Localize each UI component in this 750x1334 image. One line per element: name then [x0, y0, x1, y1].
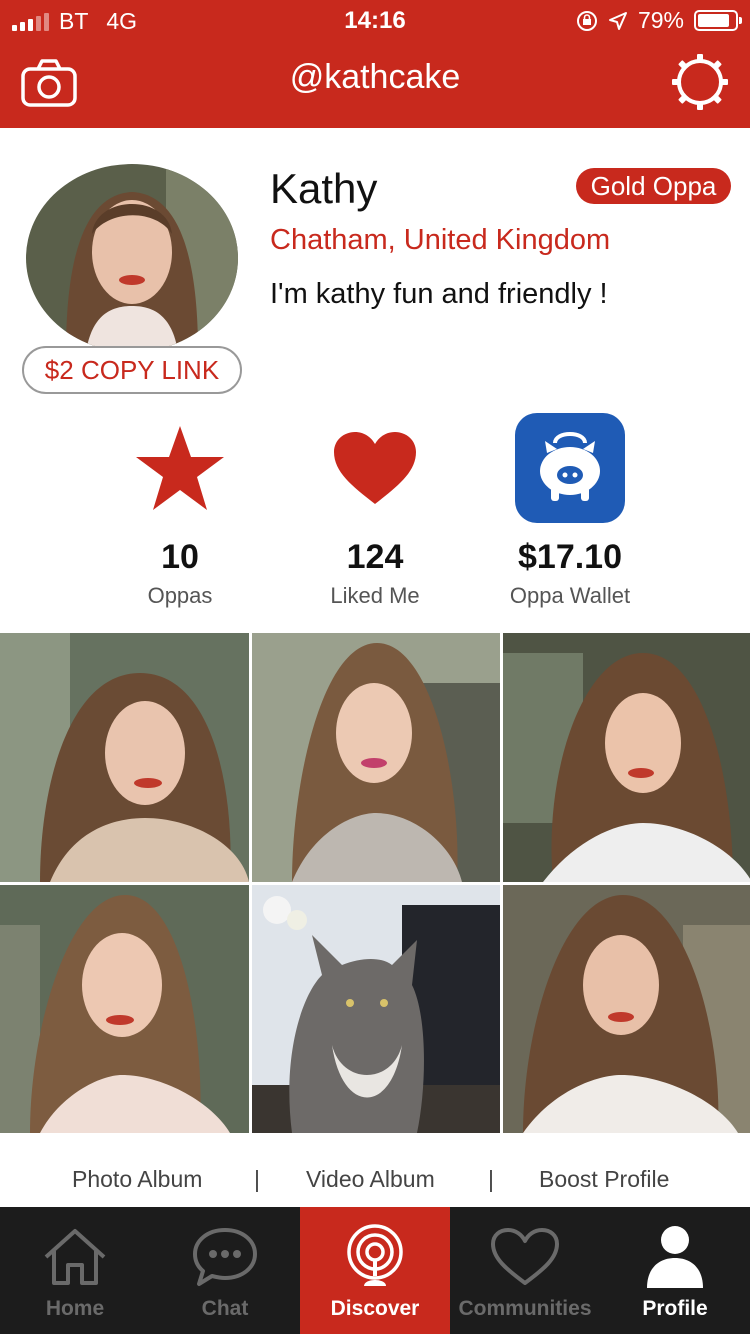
- status-badge: Gold Oppa: [576, 168, 731, 204]
- profile-name: Kathy: [270, 165, 378, 212]
- battery-percent: 79%: [637, 7, 684, 33]
- battery-icon: [694, 10, 742, 31]
- separator: |: [254, 1166, 260, 1192]
- avatar[interactable]: [26, 164, 238, 352]
- photo-tile[interactable]: [252, 885, 500, 1133]
- photo-album-link[interactable]: Photo Album: [72, 1166, 202, 1193]
- boost-profile-link[interactable]: Boost Profile: [539, 1166, 669, 1193]
- tab-label: Communities: [458, 1297, 592, 1320]
- stat-value: 124: [346, 538, 404, 576]
- status-bar: BT 4G 14:16 79%: [0, 0, 750, 40]
- tab-label: Profile: [642, 1297, 708, 1320]
- video-album-link[interactable]: Video Album: [306, 1166, 435, 1193]
- header-bar: BT 4G 14:16 79% @kathcake: [0, 0, 750, 128]
- heart-outline-icon: [491, 1228, 559, 1285]
- album-links: Photo Album | Video Album | Boost Profil…: [0, 1160, 750, 1200]
- orientation-lock-icon: [576, 10, 597, 31]
- location-arrow-icon: [608, 11, 627, 30]
- tab-communities[interactable]: Communities: [450, 1207, 600, 1334]
- stat-label: Oppa Wallet: [509, 583, 631, 608]
- tab-label: Chat: [201, 1297, 249, 1320]
- star-icon: [136, 426, 224, 510]
- profile-location: Chatham, United Kingdom: [270, 224, 611, 256]
- photo-tile[interactable]: [0, 885, 249, 1133]
- gear-icon: [672, 54, 728, 110]
- separator: |: [488, 1166, 494, 1192]
- photo-tile[interactable]: [252, 633, 500, 882]
- home-icon: [44, 1229, 106, 1285]
- heart-icon: [334, 432, 416, 504]
- stat-liked-me[interactable]: 124 Liked Me: [275, 412, 475, 609]
- tab-chat[interactable]: Chat: [150, 1207, 300, 1334]
- stat-label: Liked Me: [330, 583, 420, 608]
- stat-value: $17.10: [518, 538, 622, 576]
- tab-label: Home: [45, 1297, 105, 1320]
- piggy-bank-icon: [515, 413, 625, 523]
- discover-icon: [347, 1224, 403, 1286]
- tab-label: Discover: [330, 1297, 420, 1320]
- chat-icon: [193, 1228, 257, 1286]
- stat-value: 10: [161, 538, 199, 576]
- person-icon: [647, 1226, 703, 1288]
- profile-bio: I'm kathy fun and friendly !: [270, 278, 608, 310]
- copy-link-button[interactable]: $2 COPY LINK: [22, 346, 242, 394]
- settings-button[interactable]: [670, 52, 730, 112]
- photo-tile[interactable]: [503, 885, 750, 1133]
- tab-discover[interactable]: Discover: [300, 1207, 450, 1334]
- stat-oppas[interactable]: 10 Oppas: [80, 412, 280, 609]
- tab-home[interactable]: Home: [0, 1207, 150, 1334]
- page-title: @kathcake: [289, 58, 461, 96]
- stat-label: Oppas: [147, 583, 213, 608]
- tab-profile[interactable]: Profile: [600, 1207, 750, 1334]
- photo-tile[interactable]: [0, 633, 249, 882]
- photo-tile[interactable]: [503, 633, 750, 882]
- tab-bar: Home Chat Discover Communities Profile: [0, 1207, 750, 1334]
- photo-grid: [0, 633, 750, 1133]
- stat-oppa-wallet[interactable]: $17.10 Oppa Wallet: [470, 412, 670, 609]
